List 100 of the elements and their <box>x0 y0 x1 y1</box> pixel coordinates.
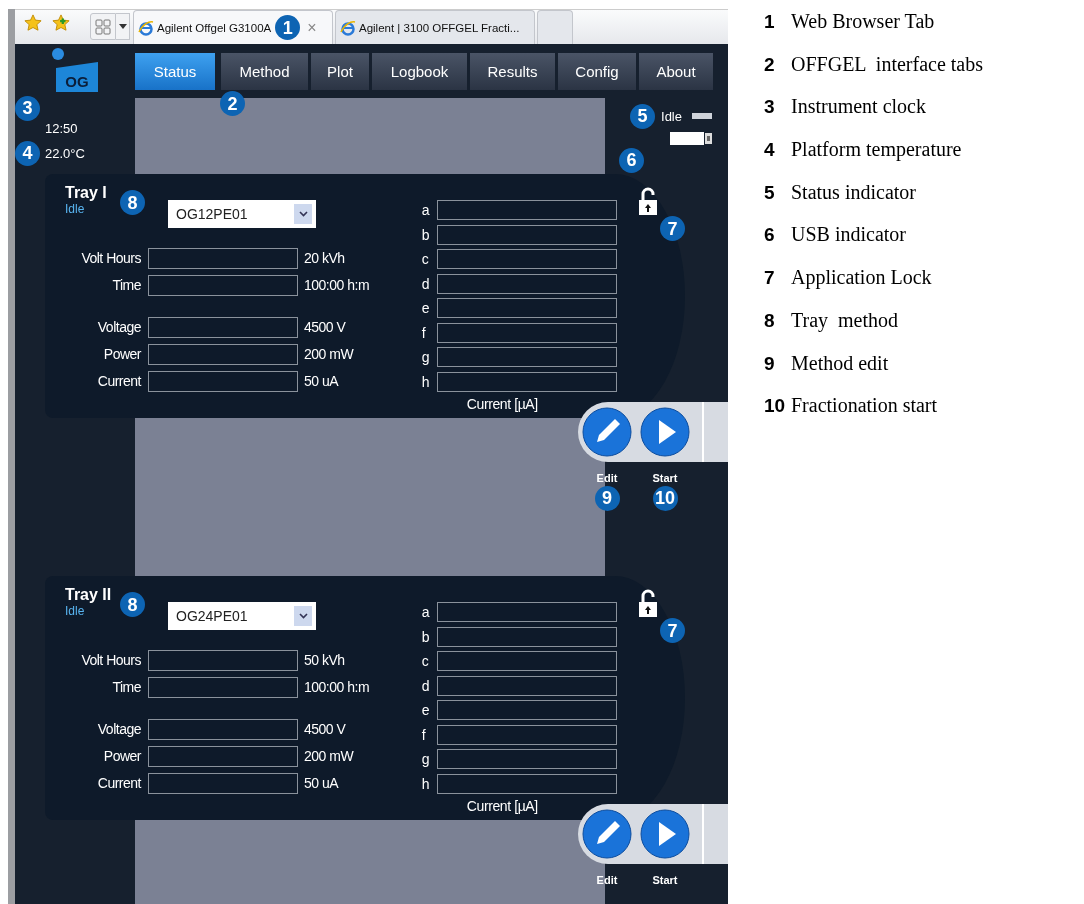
start-button[interactable] <box>640 407 690 457</box>
tray-title: Tray II <box>65 586 113 604</box>
close-tab-button[interactable]: × <box>307 18 317 37</box>
parameter-field[interactable] <box>148 247 298 269</box>
legend-text: Platform temperature <box>791 138 962 162</box>
channel-label: a <box>421 202 431 218</box>
usb-icon <box>670 131 712 145</box>
action-label: Start <box>651 472 679 484</box>
legend-text: Tray method <box>791 308 899 332</box>
callout-number: 4 <box>15 140 40 166</box>
browser-tab[interactable]: Agilent | 3100 OFFGEL Fracti... <box>335 10 535 44</box>
unlocked-padlock-icon[interactable] <box>638 187 658 215</box>
unlocked-padlock-icon[interactable] <box>638 589 658 617</box>
channel-caption: Current [µA] <box>466 396 539 412</box>
nav-tab[interactable]: Status <box>135 53 215 90</box>
channel-label: c <box>421 251 430 267</box>
parameter-label: Current <box>96 373 141 389</box>
parameter-limit: 50 uA <box>304 775 339 791</box>
legend-text: Instrument clock <box>791 95 926 119</box>
platform-temperature: 22.0°C <box>45 145 85 161</box>
method-dropdown[interactable]: OG12PE01 <box>168 200 316 228</box>
parameter-limit: 50 uA <box>304 373 339 389</box>
nav-tab[interactable]: Logbook <box>372 53 467 90</box>
channel-label: e <box>421 702 431 718</box>
legend-text: OFFGEL interface tabs <box>791 52 983 76</box>
method-dropdown[interactable]: OG24PE01 <box>168 602 316 630</box>
parameter-field[interactable] <box>148 676 298 698</box>
nav-tab[interactable]: Config <box>558 53 636 90</box>
legend-number: 7 <box>764 267 776 290</box>
legend-text: Web Browser Tab <box>791 10 935 33</box>
add-favorite-icon[interactable] <box>52 14 70 32</box>
callout-number: 10 <box>652 485 678 511</box>
nav-tab[interactable]: Method <box>221 53 308 90</box>
parameter-field[interactable] <box>148 343 298 365</box>
tray-status: Idle <box>65 604 86 618</box>
tray-title: Tray I <box>65 184 108 202</box>
parameter-field[interactable] <box>148 370 298 392</box>
favorites-star-icon[interactable] <box>24 14 42 32</box>
browser-tab[interactable]: Agilent Offgel G3100A 1 × <box>133 10 333 44</box>
legend-number: 4 <box>764 139 776 162</box>
parameter-field[interactable] <box>148 772 298 794</box>
channel-label: h <box>421 373 431 390</box>
parameter-limit: 200 mW <box>304 346 354 362</box>
status-indicator <box>692 113 712 119</box>
parameter-field[interactable] <box>148 745 298 767</box>
legend-number: 6 <box>764 224 776 247</box>
parameter-label: Power <box>102 748 141 764</box>
nav-tab[interactable]: Results <box>470 53 555 90</box>
parameter-limit: 20 kVh <box>304 250 345 266</box>
start-button[interactable] <box>640 809 690 859</box>
parameter-limit: 50 kVh <box>304 652 345 668</box>
channel-label: e <box>421 300 431 316</box>
parameter-label: Voltage <box>96 319 141 335</box>
parameter-limit: 100:00 h:m <box>304 277 370 293</box>
nav-tab[interactable]: Plot <box>311 53 369 90</box>
callout-number: 8 <box>120 190 145 215</box>
legend-number: 1 <box>764 11 776 33</box>
channel-label: b <box>421 628 431 645</box>
og-logo: OG <box>50 48 100 92</box>
parameter-limit: 200 mW <box>304 748 354 764</box>
callout-number: 7 <box>660 618 685 643</box>
tray-status: Idle <box>65 202 86 216</box>
parameter-field[interactable] <box>148 316 298 338</box>
parameter-label: Volt Hours <box>80 652 141 668</box>
legend-number: 2 <box>764 53 776 76</box>
parameter-label: Power <box>102 346 141 362</box>
parameter-label: Current <box>96 775 141 791</box>
callout-number: 5 <box>630 103 656 129</box>
callout-number: 9 <box>594 485 620 511</box>
legend-text: USB indicator <box>791 223 906 247</box>
channel-label: d <box>421 275 431 292</box>
tab-list-dropdown[interactable] <box>116 13 130 40</box>
parameter-label: Volt Hours <box>80 250 141 266</box>
legend-number: 9 <box>764 352 776 375</box>
legend-text: Method edit <box>791 351 889 375</box>
legend-text: Fractionation start <box>791 394 938 418</box>
parameter-field[interactable] <box>148 718 298 740</box>
parameter-label: Time <box>111 277 141 293</box>
parameter-field[interactable] <box>148 649 298 671</box>
callout-number: 6 <box>619 147 644 173</box>
nav-tab[interactable]: About <box>639 53 713 90</box>
callout-number: 7 <box>660 216 685 241</box>
instrument-clock: 12:50 <box>45 120 78 136</box>
callout-number: 1 <box>275 15 301 40</box>
callout-number: 8 <box>120 592 145 617</box>
status-text: Idle <box>661 108 682 124</box>
parameter-field[interactable] <box>148 274 298 296</box>
grid-icon[interactable] <box>95 18 111 35</box>
action-label: Start <box>651 874 679 886</box>
channel-label: b <box>421 226 431 243</box>
channel-label: c <box>421 653 430 669</box>
legend-number: 8 <box>764 309 776 332</box>
legend-text: Status indicator <box>791 180 916 204</box>
channel-label: g <box>421 349 431 365</box>
edit-button[interactable] <box>582 809 632 859</box>
caret-icon[interactable] <box>118 24 127 29</box>
edit-button[interactable] <box>582 407 632 457</box>
parameter-limit: 4500 V <box>304 319 346 335</box>
action-label: Edit <box>595 472 619 484</box>
action-label: Edit <box>595 874 619 886</box>
